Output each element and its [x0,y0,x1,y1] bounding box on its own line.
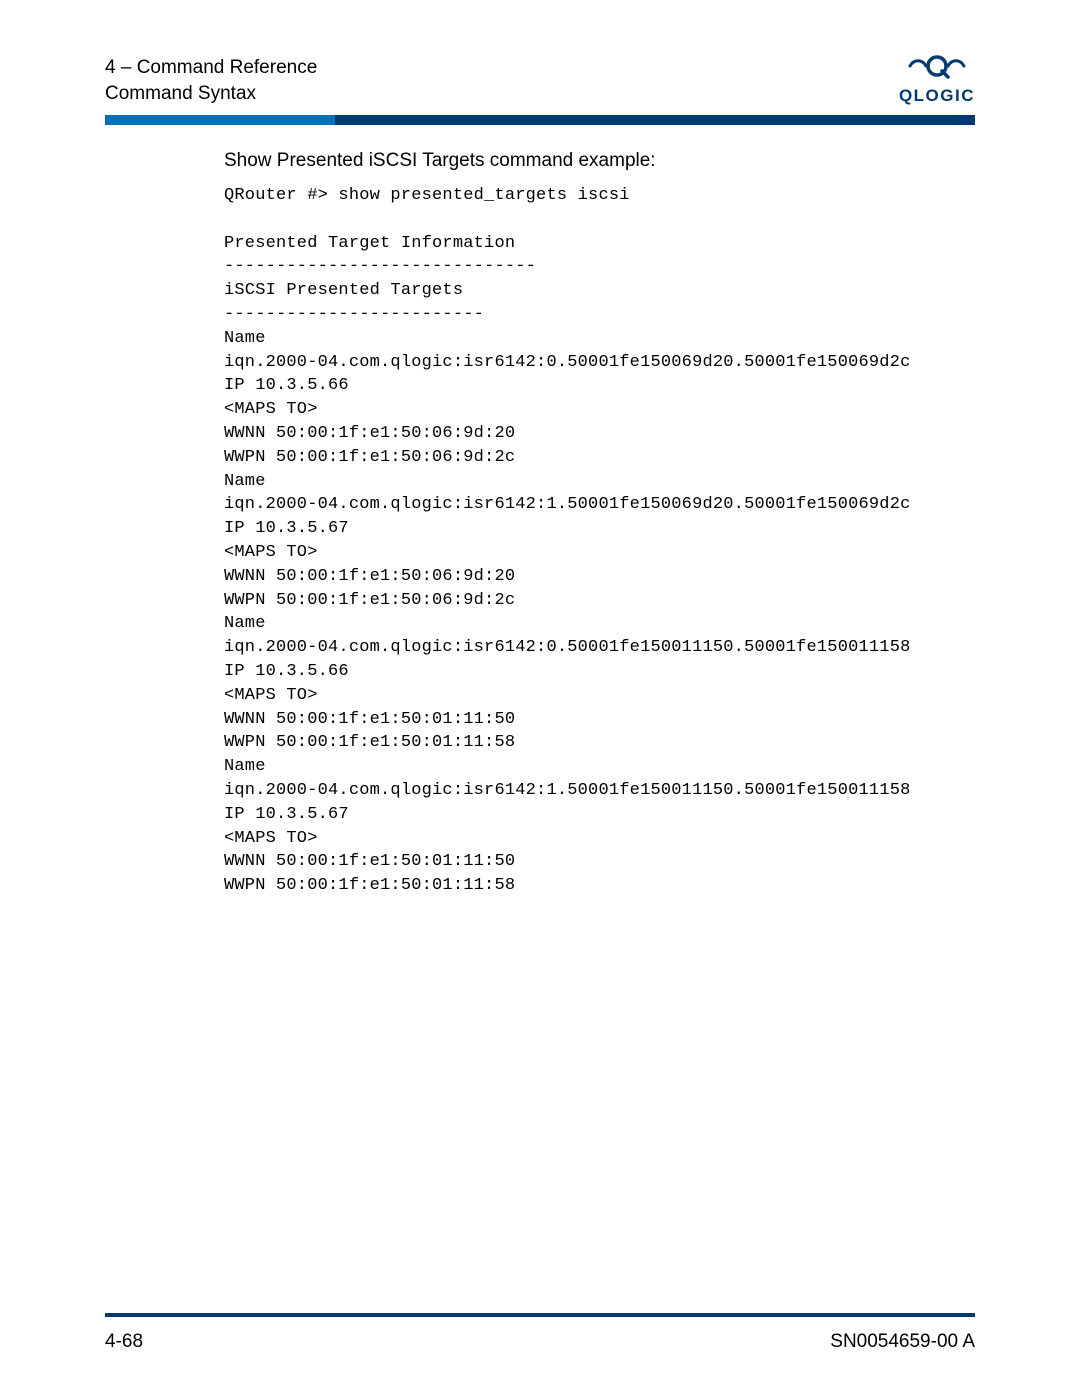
page-number: 4-68 [105,1331,143,1353]
document-id: SN0054659-00 A [830,1331,975,1353]
brand-wordmark: QLOGIC [899,86,975,106]
header-accent-bar [105,115,975,125]
chapter-title: 4 – Command Reference [105,55,317,81]
section-title-small: Command Syntax [105,81,317,107]
footer-rule [105,1313,975,1317]
page-header: 4 – Command Reference Command Syntax QLO… [105,55,975,115]
example-heading: Show Presented iSCSI Targets command exa… [224,150,975,172]
page-body: Show Presented iSCSI Targets command exa… [224,150,975,898]
brand-logo: QLOGIC [899,53,975,106]
qlogic-icon [908,53,966,79]
page-footer: 4-68 SN0054659-00 A [105,1331,975,1353]
code-block: QRouter #> show presented_targets iscsi … [224,184,975,898]
header-left-block: 4 – Command Reference Command Syntax [105,55,317,106]
